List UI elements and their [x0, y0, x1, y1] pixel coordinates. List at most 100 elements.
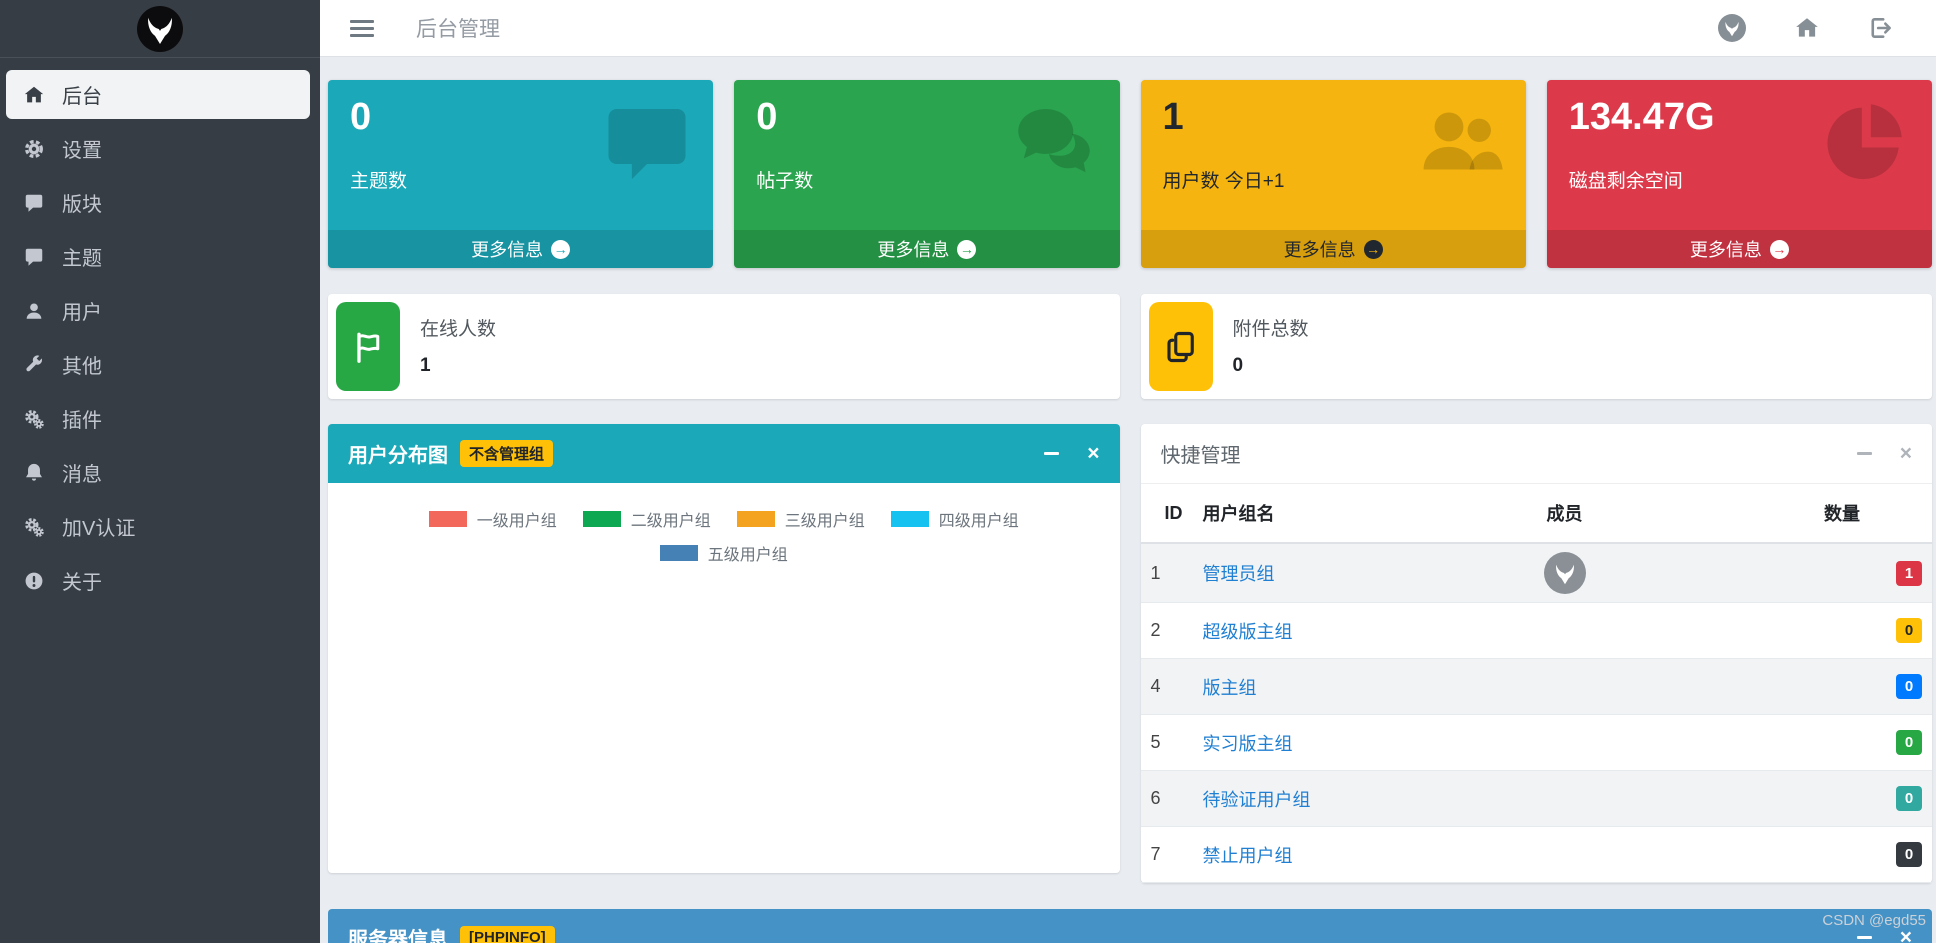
- sidebar-item-label: 加V认证: [62, 518, 136, 540]
- group-link[interactable]: 超级版主组: [1203, 622, 1293, 642]
- pie-chart-icon: [1822, 98, 1910, 191]
- legend-item: 二级用户组: [582, 507, 711, 531]
- panels-row: 用户分布图 不含管理组 × 一级用户组 二级用户组 三级用户组 四级用户组 五级…: [328, 424, 1932, 883]
- legend-swatch: [890, 511, 929, 527]
- panel-title: 用户分布图: [348, 445, 448, 467]
- admin-dashboard: 后台 设置 版块 主题 用户 其他 插件 消息 加V认证 关于 后台管理 0 主…: [0, 0, 1936, 943]
- group-link[interactable]: 版主组: [1203, 678, 1257, 698]
- sidebar-item-messages[interactable]: 消息: [6, 448, 310, 497]
- brand-area[interactable]: [0, 0, 320, 58]
- gear-icon: [20, 138, 48, 160]
- comment-icon: [20, 192, 48, 214]
- table-row: 2 超级版主组 0: [1140, 602, 1932, 659]
- server-info-panel: 服务器信息 [PHPINFO] ×: [328, 909, 1932, 943]
- logout-icon[interactable]: [1868, 15, 1894, 41]
- sidebar: 后台 设置 版块 主题 用户 其他 插件 消息 加V认证 关于: [0, 0, 320, 943]
- sidebar-item-forums[interactable]: 版块: [6, 178, 310, 227]
- user-groups-table: ID 用户组名 成员 数量 1 管理员组 1 2 超级版主组 0 4 版主组 0…: [1140, 484, 1932, 883]
- close-icon[interactable]: ×: [1087, 443, 1099, 464]
- content-area: 0 主题数 更多信息 → 0 帖子数 更多信息 → 1 用户数 今日+1 更多信…: [320, 57, 1936, 943]
- collapse-icon[interactable]: [1856, 452, 1872, 455]
- legend-swatch: [659, 545, 698, 561]
- flag-icon: [336, 302, 400, 391]
- stat-box-posts: 0 帖子数 更多信息 →: [734, 80, 1120, 268]
- arrow-circle-icon: →: [551, 239, 571, 259]
- sidebar-item-settings[interactable]: 设置: [6, 124, 310, 173]
- user-distribution-panel: 用户分布图 不含管理组 × 一级用户组 二级用户组 三级用户组 四级用户组 五级…: [328, 424, 1120, 873]
- group-link[interactable]: 禁止用户组: [1203, 846, 1293, 866]
- sidebar-item-label: 其他: [62, 356, 102, 378]
- sidebar-item-label: 消息: [62, 464, 102, 486]
- sidebar-item-plugins[interactable]: 插件: [6, 394, 310, 443]
- chart-area: 一级用户组 二级用户组 三级用户组 四级用户组 五级用户组: [328, 483, 1120, 873]
- bull-avatar-icon: [1555, 564, 1574, 585]
- comment-icon: [20, 246, 48, 268]
- sidebar-item-other[interactable]: 其他: [6, 340, 310, 389]
- sidebar-item-verification[interactable]: 加V认证: [6, 502, 310, 551]
- copy-icon: [1148, 302, 1213, 391]
- watermark: CSDN @egd55: [1822, 912, 1926, 929]
- panel-header: 用户分布图 不含管理组 ×: [328, 424, 1120, 483]
- arrow-circle-icon: →: [1363, 239, 1383, 259]
- more-info-link[interactable]: 更多信息 →: [1546, 230, 1932, 268]
- bell-icon: [20, 462, 48, 484]
- brand-logo: [137, 5, 183, 52]
- sidebar-item-label: 后台: [62, 86, 102, 108]
- count-badge: 1: [1896, 560, 1922, 586]
- sidebar-item-dashboard[interactable]: 后台: [6, 70, 310, 119]
- more-info-link[interactable]: 更多信息 →: [328, 230, 714, 268]
- cogs-icon: [20, 516, 48, 538]
- sidebar-item-about[interactable]: 关于: [6, 556, 310, 605]
- stat-box-topics: 0 主题数 更多信息 →: [328, 80, 714, 268]
- panel-title: 服务器信息: [348, 929, 448, 943]
- column-header-name: 用户组名: [1192, 484, 1455, 544]
- sidebar-item-topics[interactable]: 主题: [6, 232, 310, 281]
- info-box-online: 在线人数 1: [328, 294, 1120, 399]
- more-info-link[interactable]: 更多信息 →: [1140, 230, 1526, 268]
- close-icon[interactable]: ×: [1900, 443, 1912, 464]
- bull-avatar-icon: [1725, 21, 1739, 37]
- user-avatar[interactable]: [1718, 14, 1746, 42]
- legend-swatch: [736, 511, 775, 527]
- panel-header: 快捷管理 ×: [1140, 424, 1932, 484]
- legend-swatch: [582, 511, 621, 527]
- home-icon: [20, 84, 48, 106]
- sidebar-toggle-icon[interactable]: [350, 19, 374, 37]
- legend-swatch: [428, 511, 467, 527]
- column-header-count: 数量: [1674, 484, 1932, 544]
- legend-item: 一级用户组: [428, 507, 557, 531]
- phpinfo-badge[interactable]: [PHPINFO]: [460, 926, 555, 943]
- column-header-member: 成员: [1454, 484, 1675, 544]
- info-boxes-row: 在线人数 1 附件总数 0: [328, 294, 1932, 399]
- home-icon[interactable]: [1794, 15, 1820, 41]
- group-link[interactable]: 管理员组: [1203, 564, 1275, 584]
- panel-badge: 不含管理组: [460, 440, 554, 467]
- bull-logo-icon: [148, 17, 172, 44]
- comment-icon: [603, 98, 691, 191]
- collapse-icon[interactable]: [1856, 936, 1872, 939]
- column-header-id: ID: [1140, 484, 1193, 544]
- panel-title: 快捷管理: [1160, 445, 1241, 467]
- close-icon[interactable]: ×: [1900, 927, 1912, 943]
- more-info-link[interactable]: 更多信息 →: [734, 230, 1120, 268]
- cogs-icon: [20, 408, 48, 430]
- sidebar-item-label: 关于: [62, 572, 102, 594]
- legend-item: 三级用户组: [736, 507, 865, 531]
- info-box-value: 1: [420, 355, 431, 376]
- sidebar-item-users[interactable]: 用户: [6, 286, 310, 335]
- sidebar-item-label: 版块: [62, 194, 102, 216]
- info-box-attachments: 附件总数 0: [1140, 294, 1932, 399]
- group-link[interactable]: 实习版主组: [1203, 734, 1293, 754]
- collapse-icon[interactable]: [1044, 452, 1060, 455]
- member-avatar[interactable]: [1543, 552, 1586, 594]
- stat-box-disk: 134.47G 磁盘剩余空间 更多信息 →: [1546, 80, 1932, 268]
- table-row: 6 待验证用户组 0: [1140, 770, 1932, 827]
- quick-management-panel: 快捷管理 × ID 用户组名 成员 数量 1 管理员组 1 2 超级版主组 0 …: [1140, 424, 1932, 883]
- group-link[interactable]: 待验证用户组: [1203, 790, 1311, 810]
- users-icon: [1416, 98, 1504, 191]
- wrench-icon: [20, 354, 48, 376]
- sidebar-item-label: 用户: [62, 302, 102, 324]
- count-badge: 0: [1896, 786, 1922, 811]
- count-badge: 0: [1896, 674, 1922, 699]
- stat-box-users: 1 用户数 今日+1 更多信息 →: [1140, 80, 1526, 268]
